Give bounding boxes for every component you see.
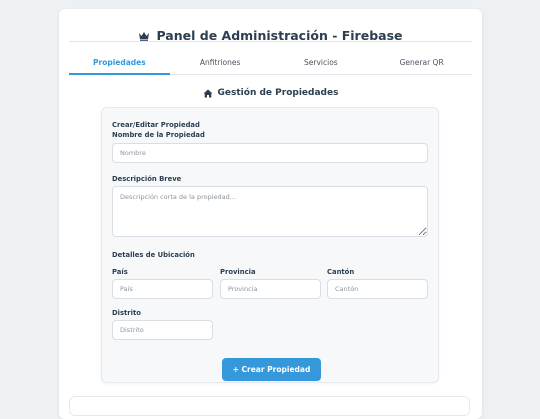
home-icon — [203, 89, 213, 97]
pais-label: País — [112, 268, 128, 276]
name-input[interactable] — [112, 143, 428, 163]
section-title-text: Gestión de Propiedades — [217, 88, 339, 98]
next-section-card — [69, 396, 470, 416]
property-form: Crear/Editar Propiedad Nombre de la Prop… — [101, 107, 439, 383]
crown-icon — [139, 31, 150, 41]
provincia-label: Provincia — [220, 268, 256, 276]
admin-panel-card: Panel de Administración - Firebase Propi… — [59, 9, 482, 419]
distrito-label: Distrito — [112, 309, 141, 317]
description-textarea[interactable] — [112, 186, 428, 237]
create-property-label: + Crear Propiedad — [232, 365, 311, 374]
canton-label: Cantón — [327, 268, 355, 276]
provincia-input[interactable] — [220, 279, 321, 299]
distrito-input[interactable] — [112, 320, 213, 340]
tab-bar: Propiedades Anfitriones Servicios Genera… — [69, 55, 472, 75]
pais-input[interactable] — [112, 279, 213, 299]
create-property-button[interactable]: + Crear Propiedad — [222, 358, 321, 381]
description-label: Descripción Breve — [112, 175, 182, 183]
tab-servicios[interactable]: Servicios — [271, 55, 372, 74]
tab-anfitriones[interactable]: Anfitriones — [170, 55, 271, 74]
tab-propiedades[interactable]: Propiedades — [69, 55, 170, 75]
canton-input[interactable] — [327, 279, 428, 299]
tab-generar-qr[interactable]: Generar QR — [371, 55, 472, 74]
form-heading: Crear/Editar Propiedad — [112, 121, 200, 129]
name-label: Nombre de la Propiedad — [112, 131, 205, 139]
section-title: Gestión de Propiedades — [59, 88, 482, 98]
location-label: Detalles de Ubicación — [112, 251, 195, 259]
title-divider — [69, 41, 472, 42]
